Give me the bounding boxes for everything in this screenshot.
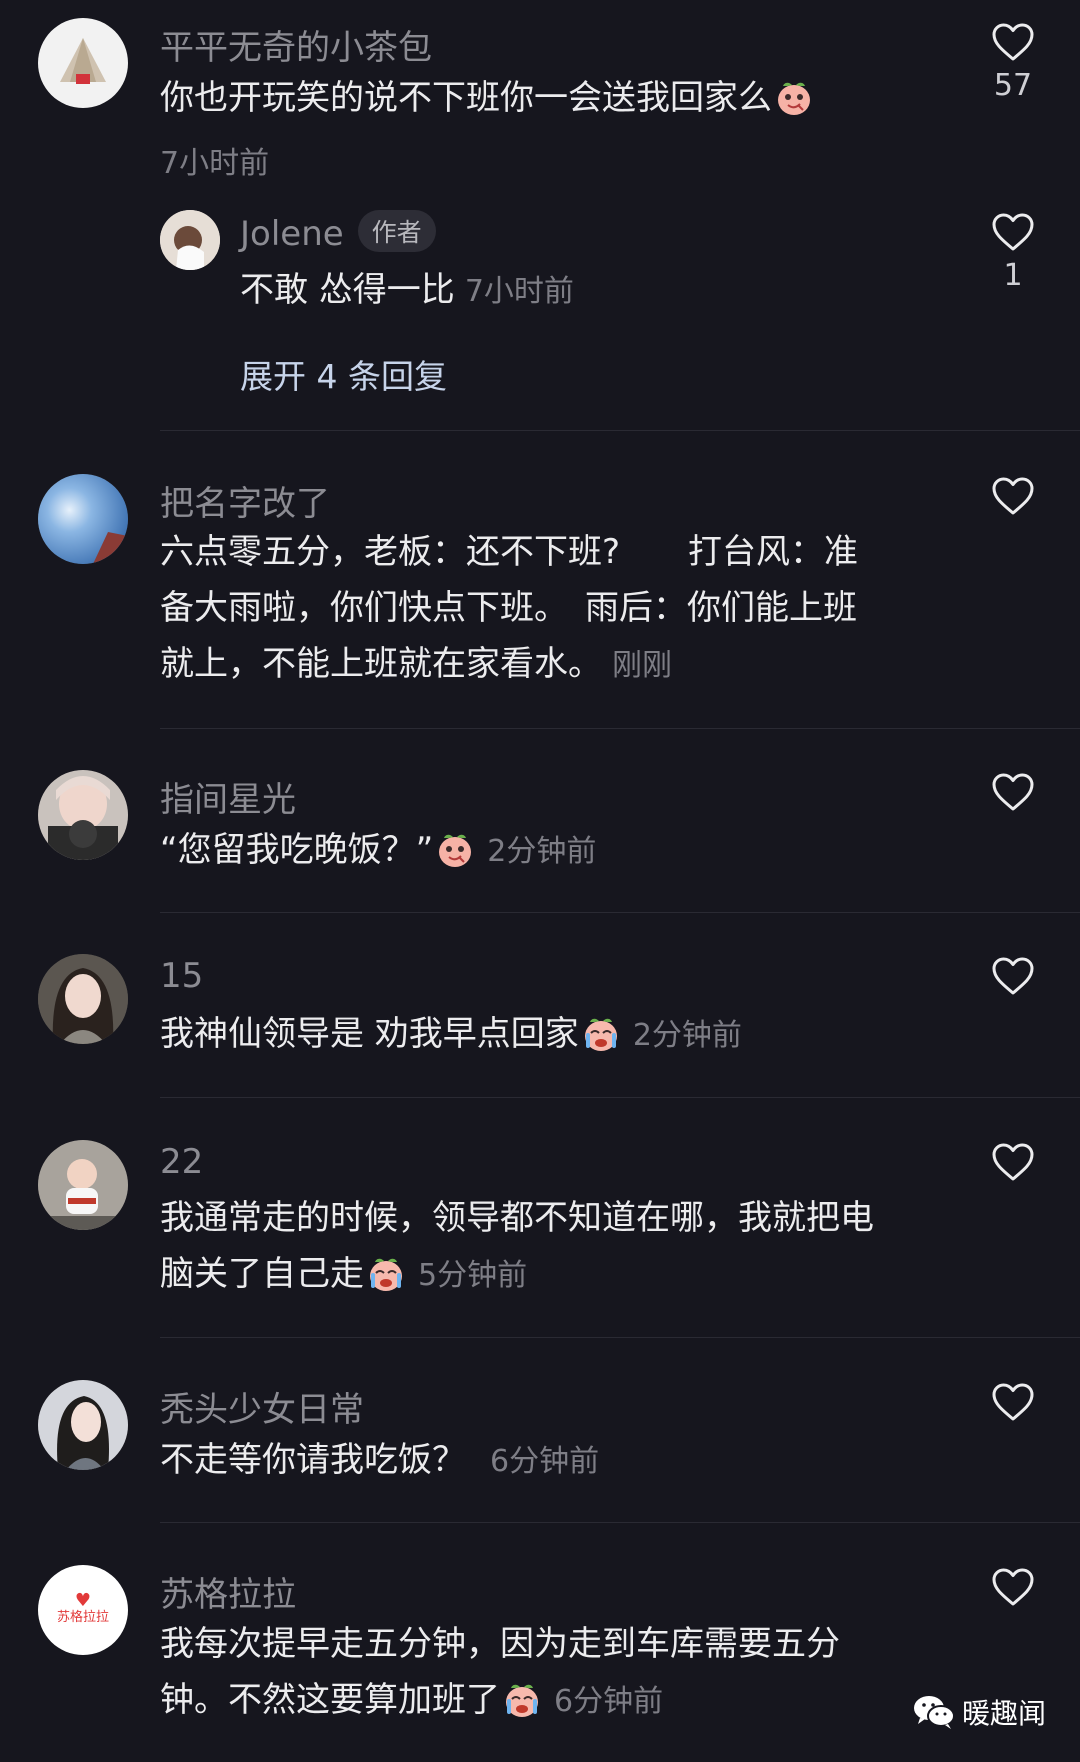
heart-outline-icon xyxy=(991,22,1035,62)
avatar[interactable] xyxy=(38,770,128,860)
divider xyxy=(160,1522,1080,1523)
comment-text: 六点零五分，老板：还不下班? 打台风：准 备大雨啦，你们快点下班。 雨后：你们能… xyxy=(160,524,940,694)
comment-time: 5分钟前 xyxy=(418,1258,528,1293)
like-button[interactable] xyxy=(990,1567,1036,1607)
comment-time: 6分钟前 xyxy=(490,1444,600,1479)
expand-replies-link[interactable]: 展开 4 条回复 xyxy=(240,350,447,398)
peach-grin-emoji xyxy=(774,77,814,117)
comment-time: 7小时前 xyxy=(160,146,270,181)
avatar[interactable] xyxy=(38,1380,128,1470)
watermark: 暖趣闻 xyxy=(912,1692,1046,1732)
avatar[interactable] xyxy=(38,1140,128,1230)
comment-line: 备大雨啦，你们快点下班。 雨后：你们能上班 xyxy=(160,588,857,628)
username[interactable]: 指间星光 xyxy=(160,772,296,821)
comment-text: 你也开玩笑的说不下班你一会送我回家么 xyxy=(160,70,940,126)
avatar-text: 苏格拉拉 xyxy=(56,1610,109,1625)
heart-outline-icon xyxy=(991,476,1035,516)
comment-line-last: 就上，不能上班就在家看水。 刚刚 xyxy=(160,636,940,694)
comment-line: 脑关了自己走 xyxy=(160,1254,364,1294)
wechat-icon xyxy=(914,1696,955,1729)
comment-time: 刚刚 xyxy=(612,648,672,683)
reply-time: 7小时前 xyxy=(464,274,574,309)
divider xyxy=(160,1097,1080,1098)
like-button[interactable] xyxy=(990,1382,1036,1422)
comment-time: 6分钟前 xyxy=(554,1684,664,1719)
peach-grin-emoji xyxy=(435,829,475,869)
comment-text: 我通常走的时候，领导都不知道在哪，我就把电 脑关了自己走 5分钟前 xyxy=(160,1190,940,1304)
peach-cry-emoji xyxy=(502,1679,542,1719)
comment-text-body: 我神仙领导是 劝我早点回家 xyxy=(160,1014,579,1054)
comment-text-body: 你也开玩笑的说不下班你一会送我回家么 xyxy=(160,78,772,118)
comment-text-body: 不走等你请我吃饭？ xyxy=(160,1440,466,1480)
comment-text: 我每次提早走五分钟，因为走到车库需要五分 钟。不然这要算加班了 6分钟前 xyxy=(160,1616,940,1730)
heart-outline-icon xyxy=(991,212,1035,252)
reply-like-button[interactable]: 1 xyxy=(990,212,1036,293)
heart-outline-icon xyxy=(991,772,1035,812)
comment-time: 2分钟前 xyxy=(632,1018,742,1053)
heart-outline-icon xyxy=(991,1382,1035,1422)
comment-time: 2分钟前 xyxy=(487,834,597,869)
heart-outline-icon xyxy=(991,1567,1035,1607)
peach-cry-emoji xyxy=(366,1253,406,1293)
like-count: 57 xyxy=(993,68,1033,103)
reply-text-body: 不敢 怂得一比 xyxy=(240,270,455,310)
heart-outline-icon xyxy=(991,1142,1035,1182)
username[interactable]: 22 xyxy=(160,1142,203,1182)
comment-line: 我通常走的时候，领导都不知道在哪，我就把电 xyxy=(160,1198,874,1238)
avatar[interactable]: ♥ 苏格拉拉 xyxy=(38,1565,128,1655)
comment-line-last: 钟。不然这要算加班了 6分钟前 xyxy=(160,1672,940,1730)
like-button[interactable] xyxy=(990,772,1036,812)
like-button[interactable] xyxy=(990,1142,1036,1182)
divider xyxy=(160,728,1080,729)
username[interactable]: 15 xyxy=(160,956,203,996)
comment-line: 就上，不能上班就在家看水。 xyxy=(160,644,602,684)
like-button[interactable] xyxy=(990,956,1036,996)
author-badge: 作者 xyxy=(357,210,436,252)
comment-line-last: 脑关了自己走 5分钟前 xyxy=(160,1246,940,1304)
reply-avatar[interactable] xyxy=(160,210,220,270)
comment-text: “您留我吃晚饭？” 2分钟前 xyxy=(160,822,940,880)
comment-line: 钟。不然这要算加班了 xyxy=(160,1680,500,1720)
username[interactable]: 苏格拉拉 xyxy=(160,1567,296,1616)
username[interactable]: 秃头少女日常 xyxy=(160,1382,364,1431)
avatar[interactable] xyxy=(38,474,128,564)
username[interactable]: 把名字改了 xyxy=(160,476,330,525)
peach-cry-emoji xyxy=(581,1013,621,1053)
watermark-label: 暖趣闻 xyxy=(962,1697,1047,1730)
comment-text: 不走等你请我吃饭？ 6分钟前 xyxy=(160,1432,940,1490)
heart-outline-icon xyxy=(991,956,1035,996)
heart-icon: ♥ xyxy=(74,1590,92,1611)
divider xyxy=(160,912,1080,913)
username[interactable]: 平平无奇的小茶包 xyxy=(160,20,432,69)
comment-text: 我神仙领导是 劝我早点回家 2分钟前 xyxy=(160,1006,940,1064)
avatar[interactable] xyxy=(38,954,128,1044)
reply-username[interactable]: Jolene 作者 xyxy=(240,210,436,254)
reply-text: 不敢 怂得一比 7小时前 xyxy=(240,262,1020,320)
comment-text-body: “您留我吃晚饭？” xyxy=(160,830,434,870)
avatar[interactable] xyxy=(38,18,128,108)
divider xyxy=(160,430,1080,431)
divider xyxy=(160,1337,1080,1338)
comment-line: 六点零五分，老板：还不下班? 打台风：准 xyxy=(160,532,859,572)
comment-line: 我每次提早走五分钟，因为走到车库需要五分 xyxy=(160,1624,840,1664)
like-button[interactable] xyxy=(990,476,1036,516)
like-button[interactable]: 57 xyxy=(990,22,1036,103)
reply-username-text: Jolene xyxy=(240,214,344,254)
reply-like-count: 1 xyxy=(1003,258,1023,293)
